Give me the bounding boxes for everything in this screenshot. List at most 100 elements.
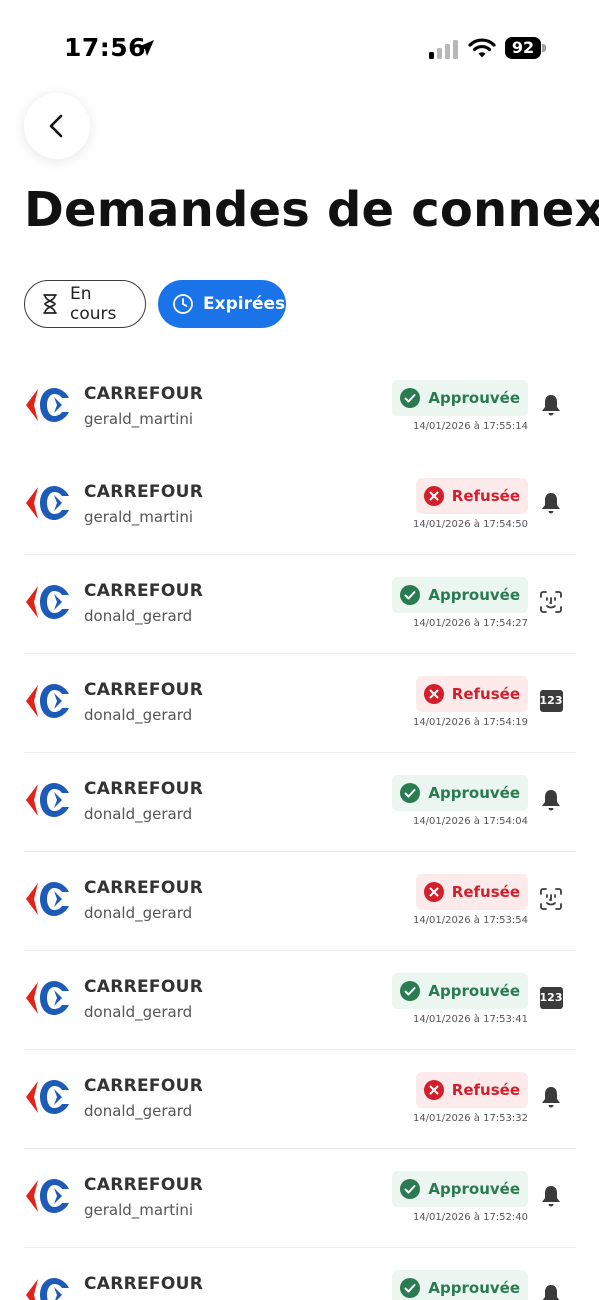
request-row[interactable]: CARREFOUR donald_gerard Approuvée 14/01/…: [24, 951, 576, 1050]
carrefour-logo: [26, 981, 69, 1015]
status-bar: 17:56 92: [0, 0, 599, 96]
timestamp: 14/01/2026 à 17:54:27: [412, 618, 528, 629]
bell-icon: [542, 1186, 560, 1207]
check-circle-icon: [400, 1179, 421, 1199]
username: donald_gerard: [84, 1102, 193, 1120]
username: donald_gerard: [84, 805, 193, 823]
timestamp: 14/01/2026 à 17:53:41: [412, 1014, 528, 1025]
auth-method: [538, 1084, 564, 1110]
username: donald_gerard: [84, 1003, 193, 1021]
timestamp: 14/01/2026 à 17:55:14: [412, 421, 528, 432]
merchant-name: CARREFOUR: [84, 1076, 204, 1096]
filter-tabs: En cours Expirées: [24, 280, 286, 328]
auth-method: [538, 1183, 564, 1209]
username: gerald_martini: [84, 1201, 193, 1219]
carrefour-logo: [26, 882, 69, 916]
merchant-name: CARREFOUR: [84, 680, 204, 700]
face-id-icon: [540, 591, 562, 613]
check-circle-icon: [400, 783, 421, 803]
status-label: Refusée: [451, 883, 520, 901]
carrefour-logo: [26, 1179, 69, 1213]
filter-expirees[interactable]: Expirées: [158, 280, 286, 328]
username: donald_gerard: [84, 607, 193, 625]
carrefour-logo: [26, 585, 69, 619]
status-badge: Approuvée: [392, 1171, 528, 1207]
battery-indicator: 92: [505, 37, 541, 59]
page-title: Demandes de connexion: [24, 182, 599, 238]
request-row[interactable]: CARREFOUR donald_gerard Refusée 14/01/20…: [24, 1050, 576, 1149]
request-row[interactable]: CARREFOUR gerald_martini Refusée 14/01/2…: [24, 456, 576, 555]
bell-icon: [542, 395, 560, 416]
merchant-name: CARREFOUR: [84, 878, 204, 898]
request-row[interactable]: CARREFOUR donald_gerard Refusée 14/01/20…: [24, 852, 576, 951]
location-arrow-icon: [138, 40, 154, 56]
request-row[interactable]: CARREFOUR donald_gerard Refusée 14/01/20…: [24, 654, 576, 753]
status-label: Approuvée: [428, 389, 520, 407]
timestamp: 14/01/2026 à 17:53:54: [412, 915, 528, 926]
x-circle-icon: [423, 882, 444, 902]
check-circle-icon: [400, 1278, 421, 1298]
carrefour-logo: [26, 783, 69, 817]
clock-icon: [173, 294, 193, 314]
auth-method: [538, 490, 564, 516]
check-circle-icon: [400, 388, 421, 408]
auth-method: 123: [538, 985, 564, 1011]
status-badge: Approuvée: [392, 775, 528, 811]
auth-method: [538, 1282, 564, 1300]
filter-expirees-label: Expirées: [203, 294, 286, 314]
timestamp: 14/01/2026 à 17:52:40: [412, 1212, 528, 1223]
status-badge: Approuvée: [392, 1270, 528, 1300]
request-row[interactable]: CARREFOUR donald_gerard Approuvée 14/01/…: [24, 555, 576, 654]
back-button[interactable]: [24, 93, 90, 159]
status-label: Approuvée: [428, 1279, 520, 1297]
merchant-name: CARREFOUR: [84, 977, 204, 997]
bell-icon: [542, 1285, 560, 1300]
status-badge: Refusée: [415, 676, 528, 712]
status-label: Approuvée: [428, 982, 520, 1000]
x-circle-icon: [423, 486, 444, 506]
request-list: CARREFOUR gerald_martini Approuvée 14/01…: [24, 358, 576, 1300]
bell-icon: [542, 1087, 560, 1108]
chevron-left-icon: [49, 114, 63, 138]
status-label: Approuvée: [428, 1180, 520, 1198]
request-row[interactable]: CARREFOUR donald_gerard Approuvée 14/01/…: [24, 753, 576, 852]
timestamp: 14/01/2026 à 17:54:50: [412, 519, 528, 530]
username: donald_gerard: [84, 706, 193, 724]
username: donald_gerard: [84, 904, 193, 922]
merchant-name: CARREFOUR: [84, 779, 204, 799]
status-badge: Refusée: [415, 1072, 528, 1108]
status-badge: Refusée: [415, 874, 528, 910]
auth-method: 123: [538, 688, 564, 714]
merchant-name: CARREFOUR: [84, 1175, 204, 1195]
auth-method: [538, 589, 564, 615]
battery-tip: [542, 44, 546, 52]
carrefour-logo: [26, 684, 69, 718]
pin-icon: 123: [539, 690, 563, 712]
screen: 17:56 92 Demandes de connexion: [0, 0, 599, 1300]
merchant-name: CARREFOUR: [84, 482, 204, 502]
username: gerald_martini: [84, 508, 193, 526]
status-label: Refusée: [451, 487, 520, 505]
filter-en-cours[interactable]: En cours: [24, 280, 146, 328]
x-circle-icon: [423, 684, 444, 704]
request-row[interactable]: CARREFOUR gerald_martini Approuvée 14/01…: [24, 1149, 576, 1248]
request-row[interactable]: CARREFOUR gerald_martini Approuvée 14/01…: [24, 358, 576, 456]
filter-en-cours-label: En cours: [70, 284, 117, 324]
pin-icon: 123: [539, 987, 563, 1009]
status-badge: Approuvée: [392, 973, 528, 1009]
merchant-name: CARREFOUR: [84, 384, 204, 404]
merchant-name: CARREFOUR: [84, 581, 204, 601]
timestamp: 14/01/2026 à 17:54:19: [412, 717, 528, 728]
carrefour-logo: [26, 1278, 69, 1300]
wifi-icon: [468, 38, 496, 58]
auth-method: [538, 392, 564, 418]
status-label: Approuvée: [428, 586, 520, 604]
status-badge: Approuvée: [392, 380, 528, 416]
check-circle-icon: [400, 585, 421, 605]
request-row[interactable]: CARREFOUR Approuvée: [24, 1248, 576, 1300]
timestamp: 14/01/2026 à 17:53:32: [412, 1113, 528, 1124]
check-circle-icon: [400, 981, 421, 1001]
status-label: Refusée: [451, 1081, 520, 1099]
carrefour-logo: [26, 1080, 69, 1114]
auth-method: [538, 787, 564, 813]
